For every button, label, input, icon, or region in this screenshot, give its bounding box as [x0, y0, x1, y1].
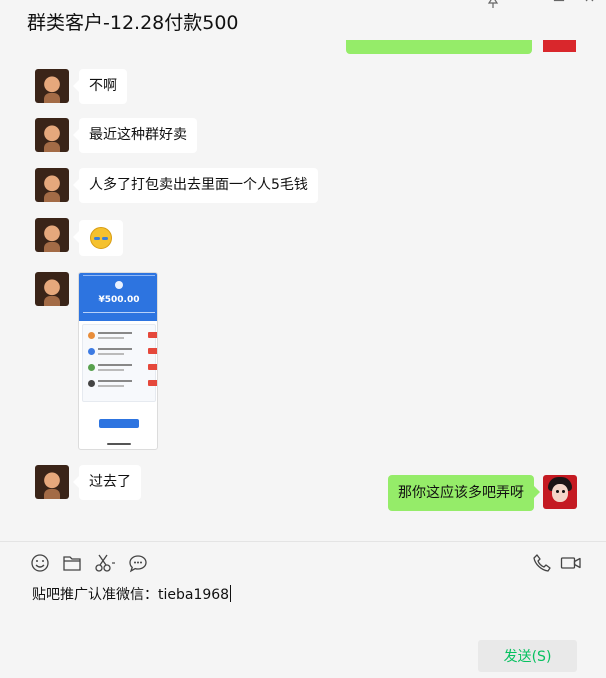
title-bar: 群类客户-12.28付款500	[0, 0, 606, 40]
incoming-message[interactable]: 不啊	[73, 69, 127, 104]
maximize-icon[interactable]	[552, 0, 566, 8]
payment-logo-icon	[115, 281, 123, 289]
contact-avatar[interactable]	[35, 118, 69, 152]
laugh-cry-emoji-icon	[90, 227, 112, 249]
phone-icon[interactable]	[532, 553, 552, 573]
image-pay-button	[99, 419, 139, 428]
image-message[interactable]: ¥500.00	[78, 272, 158, 450]
input-divider	[0, 541, 606, 542]
image-amount: ¥500.00	[98, 295, 140, 305]
image-option-card	[82, 324, 157, 402]
contact-avatar[interactable]	[35, 218, 69, 252]
incoming-emoji-message[interactable]	[73, 220, 123, 256]
folder-icon[interactable]	[62, 553, 82, 573]
incoming-message[interactable]: 人多了打包卖出去里面一个人5毛钱	[73, 168, 318, 203]
emoji-icon[interactable]	[30, 553, 50, 573]
minimize-icon[interactable]	[520, 0, 534, 8]
chat-window: 群类客户-12.28付款500 不啊 最近这种群好卖 人多了打包卖出去里面一个人…	[0, 0, 606, 678]
contact-avatar[interactable]	[35, 465, 69, 499]
message-input[interactable]: 贴吧推广认准微信：tieba1968	[32, 584, 572, 608]
incoming-message[interactable]: 最近这种群好卖	[73, 118, 197, 153]
contact-avatar[interactable]	[35, 272, 69, 306]
contact-avatar[interactable]	[35, 69, 69, 103]
chat-title: 群类客户-12.28付款500	[27, 12, 239, 34]
message-list[interactable]: 不啊 最近这种群好卖 人多了打包卖出去里面一个人5毛钱 ¥500.00 过去了	[0, 40, 606, 541]
contact-avatar[interactable]	[35, 168, 69, 202]
video-icon[interactable]	[560, 553, 582, 573]
outgoing-bubble-partial	[346, 40, 532, 54]
avatar-partial	[543, 40, 576, 52]
my-avatar[interactable]	[543, 475, 577, 509]
chat-bubble-icon[interactable]	[128, 553, 148, 573]
message-input-text: 贴吧推广认准微信：tieba1968	[32, 587, 230, 603]
text-caret	[230, 585, 232, 602]
send-button[interactable]: 发送(S)	[478, 640, 577, 672]
image-header: ¥500.00	[79, 273, 157, 321]
close-icon[interactable]	[584, 0, 598, 8]
scissors-icon[interactable]	[94, 553, 115, 573]
outgoing-message[interactable]: 那你这应该多吧弄呀	[388, 475, 540, 511]
pin-icon[interactable]	[486, 0, 500, 8]
incoming-message[interactable]: 过去了	[73, 465, 141, 500]
